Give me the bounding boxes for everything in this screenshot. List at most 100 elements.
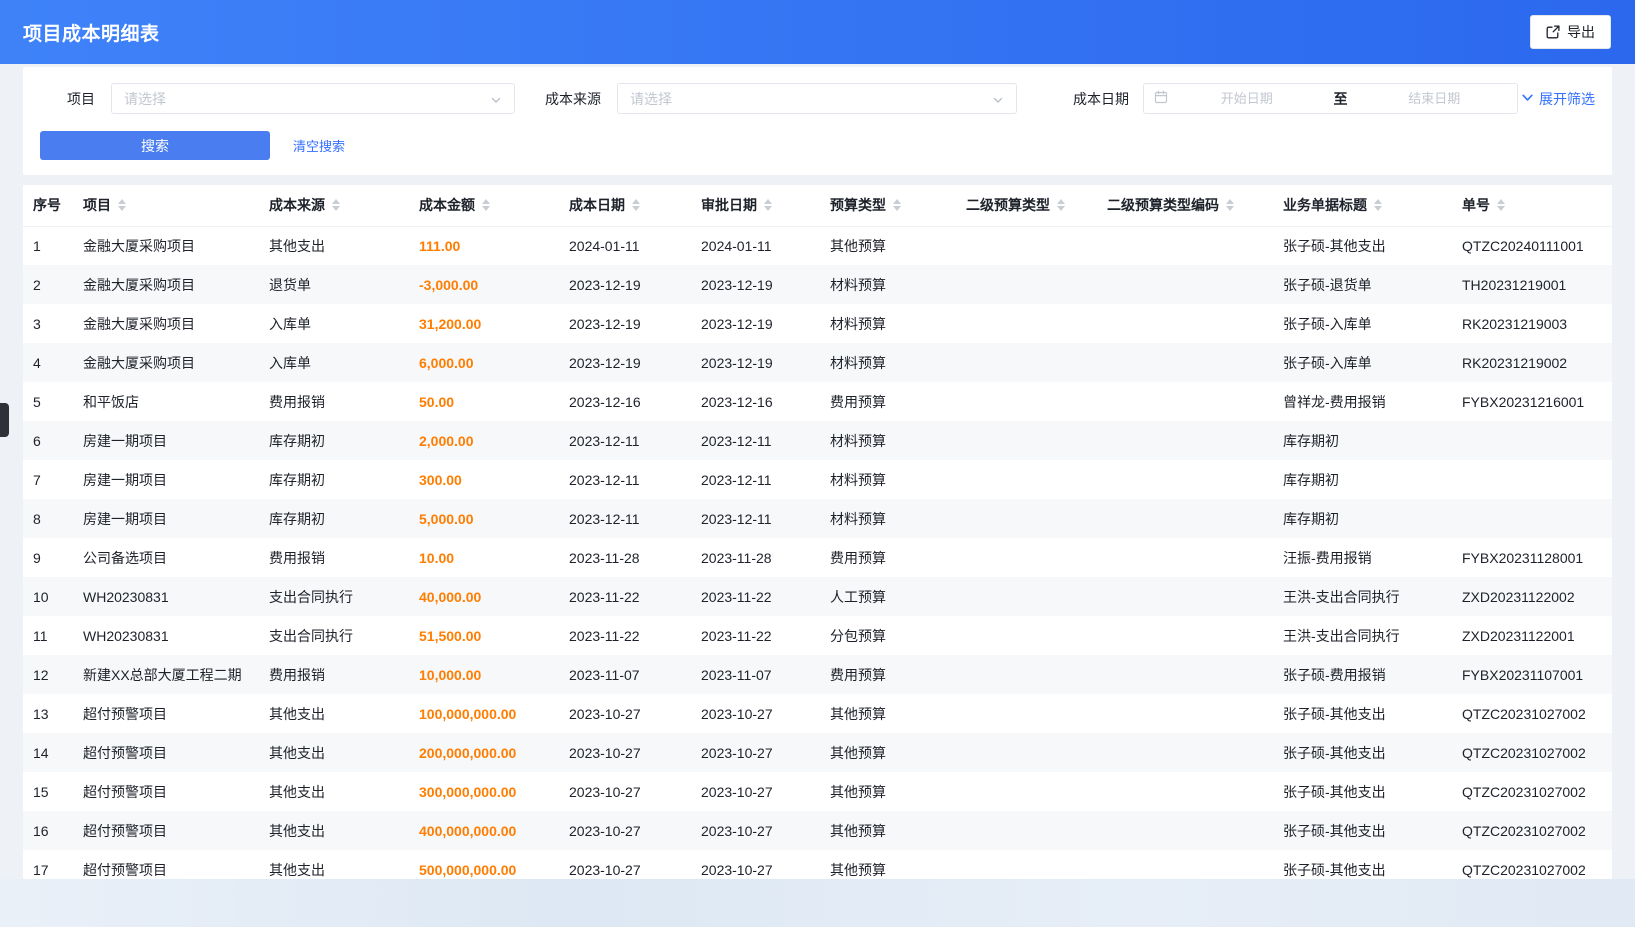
table-row[interactable]: 14超付预警项目其他支出200,000,000.002023-10-272023… [23, 733, 1612, 772]
column-header-7[interactable]: 二级预算类型 [956, 185, 1097, 226]
table-row[interactable]: 13超付预警项目其他支出100,000,000.002023-10-272023… [23, 694, 1612, 733]
table-cell: 300,000,000.00 [409, 772, 559, 811]
table-cell [1097, 226, 1273, 265]
table-row[interactable]: 9公司备选项目费用报销10.002023-11-282023-11-28费用预算… [23, 538, 1612, 577]
table-cell: 11 [23, 616, 73, 655]
table-row[interactable]: 11WH20230831支出合同执行51,500.002023-11-22202… [23, 616, 1612, 655]
column-header-5[interactable]: 审批日期 [691, 185, 820, 226]
column-header-3[interactable]: 成本金额 [409, 185, 559, 226]
table-cell: 张子硕-其他支出 [1273, 811, 1452, 850]
expand-filter-link[interactable]: 展开筛选 [1521, 89, 1595, 109]
table-cell [956, 382, 1097, 421]
table-row[interactable]: 12新建XX总部大厦工程二期费用报销10,000.002023-11-07202… [23, 655, 1612, 694]
table-cell: 费用报销 [259, 655, 409, 694]
table-cell: 库存期初 [259, 460, 409, 499]
table-cell: RK20231219002 [1452, 343, 1612, 382]
cost-source-select[interactable]: 请选择 [617, 83, 1017, 114]
table-cell: 200,000,000.00 [409, 733, 559, 772]
sort-carets-icon[interactable] [1374, 199, 1382, 211]
table-cell: 费用报销 [259, 538, 409, 577]
table-cell [1097, 382, 1273, 421]
sort-carets-icon[interactable] [632, 199, 640, 211]
table-cell: FYBX20231216001 [1452, 382, 1612, 421]
start-date-input[interactable] [1174, 91, 1320, 106]
column-header-9[interactable]: 业务单据标题 [1273, 185, 1452, 226]
table-cell: 超付预警项目 [73, 772, 259, 811]
column-header-label: 序号 [33, 197, 61, 213]
cost-date-range-picker[interactable]: 至 [1143, 83, 1518, 114]
table-cell: 13 [23, 694, 73, 733]
table-header-row: 序号项目成本来源成本金额成本日期审批日期预算类型二级预算类型 二级预算类型编码业务… [23, 185, 1612, 226]
clear-search-link[interactable]: 清空搜索 [293, 136, 345, 155]
table-cell: 新建XX总部大厦工程二期 [73, 655, 259, 694]
project-select[interactable]: 请选择 [111, 83, 515, 114]
table-cell: QTZC20231027002 [1452, 694, 1612, 733]
export-button[interactable]: 导出 [1530, 15, 1611, 49]
table-cell: 入库单 [259, 304, 409, 343]
column-header-1[interactable]: 项目 [73, 185, 259, 226]
table-cell: 40,000.00 [409, 577, 559, 616]
column-header-label: 二级预算类型 [966, 197, 1050, 213]
sort-carets-icon[interactable] [332, 199, 340, 211]
table-cell: 超付预警项目 [73, 733, 259, 772]
sort-carets-icon[interactable] [764, 199, 772, 211]
table-cell: 房建一期项目 [73, 421, 259, 460]
cost-source-filter-label: 成本来源 [545, 89, 601, 109]
table-cell: 入库单 [259, 343, 409, 382]
table-row[interactable]: 4金融大厦采购项目入库单6,000.002023-12-192023-12-19… [23, 343, 1612, 382]
column-header-4[interactable]: 成本日期 [559, 185, 691, 226]
project-filter-label: 项目 [40, 89, 95, 109]
table-cell [956, 772, 1097, 811]
search-button[interactable]: 搜索 [40, 131, 270, 160]
table-row[interactable]: 1金融大厦采购项目其他支出111.002024-01-112024-01-11其… [23, 226, 1612, 265]
table-cell: 2023-12-11 [559, 499, 691, 538]
table-cell: 人工预算 [820, 577, 956, 616]
table-row[interactable]: 16超付预警项目其他支出400,000,000.002023-10-272023… [23, 811, 1612, 850]
column-header-8[interactable]: 二级预算类型编码 [1097, 185, 1273, 226]
table-row[interactable]: 6房建一期项目库存期初2,000.002023-12-112023-12-11材… [23, 421, 1612, 460]
table-row[interactable]: 15超付预警项目其他支出300,000,000.002023-10-272023… [23, 772, 1612, 811]
table-cell: 其他预算 [820, 733, 956, 772]
page-title: 项目成本明细表 [23, 19, 160, 46]
table-row[interactable]: 5和平饭店费用报销50.002023-12-162023-12-16费用预算曾祥… [23, 382, 1612, 421]
column-header-10[interactable]: 单号 [1452, 185, 1612, 226]
table-cell: 张子硕-入库单 [1273, 304, 1452, 343]
table-row[interactable]: 10WH20230831支出合同执行40,000.002023-11-22202… [23, 577, 1612, 616]
project-select-placeholder: 请选择 [124, 89, 166, 109]
table-cell: 库存期初 [1273, 421, 1452, 460]
table-row[interactable]: 2金融大厦采购项目退货单-3,000.002023-12-192023-12-1… [23, 265, 1612, 304]
drawer-toggle-handle[interactable] [0, 403, 9, 437]
table-cell: 张子硕-其他支出 [1273, 226, 1452, 265]
sort-carets-icon[interactable] [118, 199, 126, 211]
table-cell: 张子硕-费用报销 [1273, 655, 1452, 694]
filter-panel: 项目 请选择 成本来源 请选择 成本日期 [23, 67, 1612, 175]
export-icon [1546, 25, 1560, 39]
sort-carets-icon[interactable] [893, 199, 901, 211]
table-cell: 材料预算 [820, 460, 956, 499]
table-cell: 金融大厦采购项目 [73, 226, 259, 265]
table-cell: 2024-01-11 [559, 226, 691, 265]
table-cell [1097, 616, 1273, 655]
sort-carets-icon[interactable] [1226, 199, 1234, 211]
table-cell [1452, 499, 1612, 538]
table-cell: 王洪-支出合同执行 [1273, 577, 1452, 616]
sort-carets-icon[interactable] [1497, 199, 1505, 211]
table-row[interactable]: 8房建一期项目库存期初5,000.002023-12-112023-12-11材… [23, 499, 1612, 538]
table-cell: 2023-10-27 [559, 694, 691, 733]
column-header-6[interactable]: 预算类型 [820, 185, 956, 226]
table-cell: 汪振-费用报销 [1273, 538, 1452, 577]
table-row[interactable]: 7房建一期项目库存期初300.002023-12-112023-12-11材料预… [23, 460, 1612, 499]
end-date-input[interactable] [1362, 91, 1508, 106]
table-cell: 2023-12-19 [559, 343, 691, 382]
table-row[interactable]: 3金融大厦采购项目入库单31,200.002023-12-192023-12-1… [23, 304, 1612, 343]
column-header-2[interactable]: 成本来源 [259, 185, 409, 226]
table-cell: 2023-12-11 [559, 460, 691, 499]
table-cell [1097, 499, 1273, 538]
table-cell: -3,000.00 [409, 265, 559, 304]
table-cell: 2023-10-27 [559, 811, 691, 850]
table-cell [956, 733, 1097, 772]
sort-carets-icon[interactable] [482, 199, 490, 211]
table-cell [956, 460, 1097, 499]
table-cell: 超付预警项目 [73, 811, 259, 850]
sort-carets-icon[interactable] [1057, 199, 1065, 211]
